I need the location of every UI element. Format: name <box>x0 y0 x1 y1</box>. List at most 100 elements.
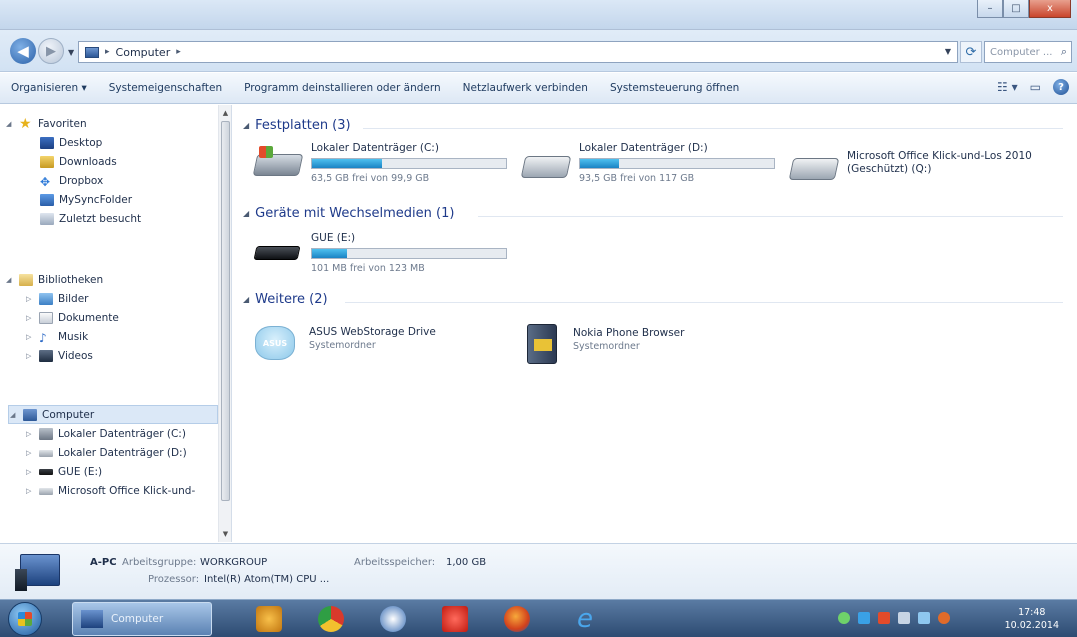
nav-item-label: Microsoft Office Klick-und- <box>58 485 196 497</box>
breadcrumb-separator-icon[interactable]: ▸ <box>105 47 110 57</box>
details-pane: A-PC Arbeitsgruppe: WORKGROUP Arbeitsspe… <box>0 543 1077 599</box>
drive-name: Lokaler Datenträger (C:) <box>311 142 439 154</box>
nav-scrollbar[interactable]: ▲ ▼ <box>218 105 231 542</box>
tray-app-icon[interactable] <box>858 612 870 624</box>
nav-libraries[interactable]: ◢ Bibliotheken <box>6 271 103 289</box>
tray-flag-icon[interactable] <box>878 612 890 624</box>
nokia-phone-browser-tile[interactable]: Nokia Phone Browser Systemordner <box>527 324 787 370</box>
collapse-group-icon[interactable]: ◢ <box>243 295 249 304</box>
close-button[interactable]: x <box>1029 0 1071 18</box>
nav-item-label: GUE (E:) <box>58 466 103 478</box>
refresh-button[interactable]: ⟳ <box>960 41 982 63</box>
group-header-removable[interactable]: ◢ Geräte mit Wechselmedien (1) <box>243 206 454 221</box>
drive-free-space: 101 MB frei von 123 MB <box>311 263 425 274</box>
drive-tile-c[interactable]: Lokaler Datenträger (C:) 63,5 GB frei vo… <box>252 142 515 188</box>
nav-item-drive-c[interactable]: ▷ Lokaler Datenträger (C:) <box>26 425 186 443</box>
maximize-button[interactable]: □ <box>1003 0 1029 18</box>
nav-item-videos[interactable]: ▷ Videos <box>26 347 93 365</box>
clock[interactable]: 17:48 10.02.2014 <box>1005 606 1059 632</box>
group-header-label: Weitere (2) <box>255 292 328 307</box>
collapsed-arrow-icon[interactable]: ▷ <box>26 314 34 322</box>
start-button[interactable] <box>8 602 42 636</box>
expand-icon[interactable]: ◢ <box>6 276 14 284</box>
media-player-icon[interactable] <box>256 606 282 632</box>
drive-tile-q[interactable]: Microsoft Office Klick-und-Los 2010 (Ges… <box>788 150 1071 190</box>
nav-item-desktop[interactable]: Desktop <box>40 134 102 152</box>
scroll-up-icon[interactable]: ▲ <box>219 107 231 119</box>
recent-pages-dropdown-icon[interactable]: ▼ <box>68 48 74 57</box>
system-properties-button[interactable]: Systemeigenschaften <box>98 82 233 94</box>
navigation-pane: ◢ ★ Favoriten Desktop Downloads ✥ Dropbo… <box>0 105 232 542</box>
address-dropdown-icon[interactable]: ▼ <box>945 47 951 56</box>
collapsed-arrow-icon[interactable]: ▷ <box>26 468 34 476</box>
back-button[interactable]: ◀ <box>10 38 36 64</box>
collapsed-arrow-icon[interactable]: ▷ <box>26 487 34 495</box>
nav-favorites[interactable]: ◢ ★ Favoriten <box>6 115 87 133</box>
nav-item-drive-d[interactable]: ▷ Lokaler Datenträger (D:) <box>26 444 187 462</box>
collapsed-arrow-icon[interactable]: ▷ <box>26 333 34 341</box>
group-header-other[interactable]: ◢ Weitere (2) <box>243 292 328 307</box>
usb-drive-icon <box>39 469 53 475</box>
tray-network-icon[interactable] <box>838 612 850 624</box>
nav-computer[interactable]: ◢ Computer <box>10 406 94 424</box>
collapsed-arrow-icon[interactable]: ▷ <box>26 352 34 360</box>
nav-item-documents[interactable]: ▷ Dokumente <box>26 309 119 327</box>
search-input[interactable]: Computer ... ⌕ <box>984 41 1072 63</box>
drive-tile-e[interactable]: GUE (E:) 101 MB frei von 123 MB <box>253 232 515 278</box>
collapse-group-icon[interactable]: ◢ <box>243 209 249 218</box>
change-view-icon[interactable]: ☷ ▾ <box>997 80 1018 94</box>
breadcrumb-computer[interactable]: Computer <box>116 46 171 59</box>
computer-icon <box>23 409 37 421</box>
nav-item-mysyncfolder[interactable]: MySyncFolder <box>40 191 132 209</box>
nav-item-pictures[interactable]: ▷ Bilder <box>26 290 88 308</box>
command-bar: Organisieren ▾ Systemeigenschaften Progr… <box>0 73 1077 104</box>
clock-date: 10.02.2014 <box>1004 620 1059 631</box>
address-bar[interactable]: ▸ Computer ▸ ▼ <box>78 41 958 63</box>
caption-buttons: – □ x <box>977 0 1071 18</box>
nav-item-drive-e[interactable]: ▷ GUE (E:) <box>26 463 102 481</box>
firefox-icon[interactable] <box>504 606 530 632</box>
map-network-drive-button[interactable]: Netzlaufwerk verbinden <box>452 82 599 94</box>
preview-pane-icon[interactable]: ▭ <box>1030 80 1041 94</box>
expand-icon[interactable]: ◢ <box>6 120 14 128</box>
collapsed-arrow-icon[interactable]: ▷ <box>26 430 34 438</box>
processor-label: Prozessor: <box>148 574 200 585</box>
nav-item-recent[interactable]: Zuletzt besucht <box>40 210 141 228</box>
app-icon[interactable] <box>380 606 406 632</box>
forward-button[interactable]: ▶ <box>38 38 64 64</box>
drive-free-space: 63,5 GB frei von 99,9 GB <box>311 173 430 184</box>
tray-app-icon[interactable] <box>938 612 950 624</box>
help-icon[interactable]: ? <box>1053 79 1069 95</box>
system-drive-icon <box>39 428 53 440</box>
recent-places-icon <box>40 213 54 225</box>
minimize-button[interactable]: – <box>977 0 1003 18</box>
clock-time: 17:48 <box>1018 607 1046 618</box>
tray-app-icon[interactable] <box>898 612 910 624</box>
chrome-icon[interactable] <box>318 606 344 632</box>
asus-webstorage-tile[interactable]: ASUS ASUS WebStorage Drive Systemordner <box>255 326 515 372</box>
uninstall-program-button[interactable]: Programm deinstallieren oder ändern <box>233 82 452 94</box>
nav-item-downloads[interactable]: Downloads <box>40 153 117 171</box>
scroll-down-icon[interactable]: ▼ <box>219 528 231 540</box>
nav-item-dropbox[interactable]: ✥ Dropbox <box>40 172 103 190</box>
expand-icon[interactable]: ◢ <box>10 411 18 419</box>
nav-item-drive-q[interactable]: ▷ Microsoft Office Klick-und- <box>26 482 195 500</box>
organize-button[interactable]: Organisieren ▾ <box>0 82 98 94</box>
pc-name: A-PC <box>90 557 117 568</box>
collapse-group-icon[interactable]: ◢ <box>243 121 249 130</box>
scrollbar-thumb[interactable] <box>221 121 230 501</box>
drive-tile-d[interactable]: Lokaler Datenträger (D:) 93,5 GB frei vo… <box>520 142 783 188</box>
taskbar-explorer-button[interactable]: Computer <box>72 602 212 636</box>
open-control-panel-button[interactable]: Systemsteuerung öffnen <box>599 82 750 94</box>
collapsed-arrow-icon[interactable]: ▷ <box>26 449 34 457</box>
collapsed-arrow-icon[interactable]: ▷ <box>26 295 34 303</box>
breadcrumb-separator-icon[interactable]: ▸ <box>176 47 181 57</box>
drive-usage-fill <box>580 159 619 168</box>
desktop-icon <box>40 137 54 149</box>
tray-volume-icon[interactable] <box>918 612 930 624</box>
nav-item-music[interactable]: ▷ ♪ Musik <box>26 328 88 346</box>
internet-explorer-icon[interactable]: e <box>572 606 598 632</box>
filezilla-icon[interactable] <box>442 606 468 632</box>
group-header-hard-disks[interactable]: ◢ Festplatten (3) <box>243 118 351 133</box>
item-type: Systemordner <box>573 341 640 352</box>
